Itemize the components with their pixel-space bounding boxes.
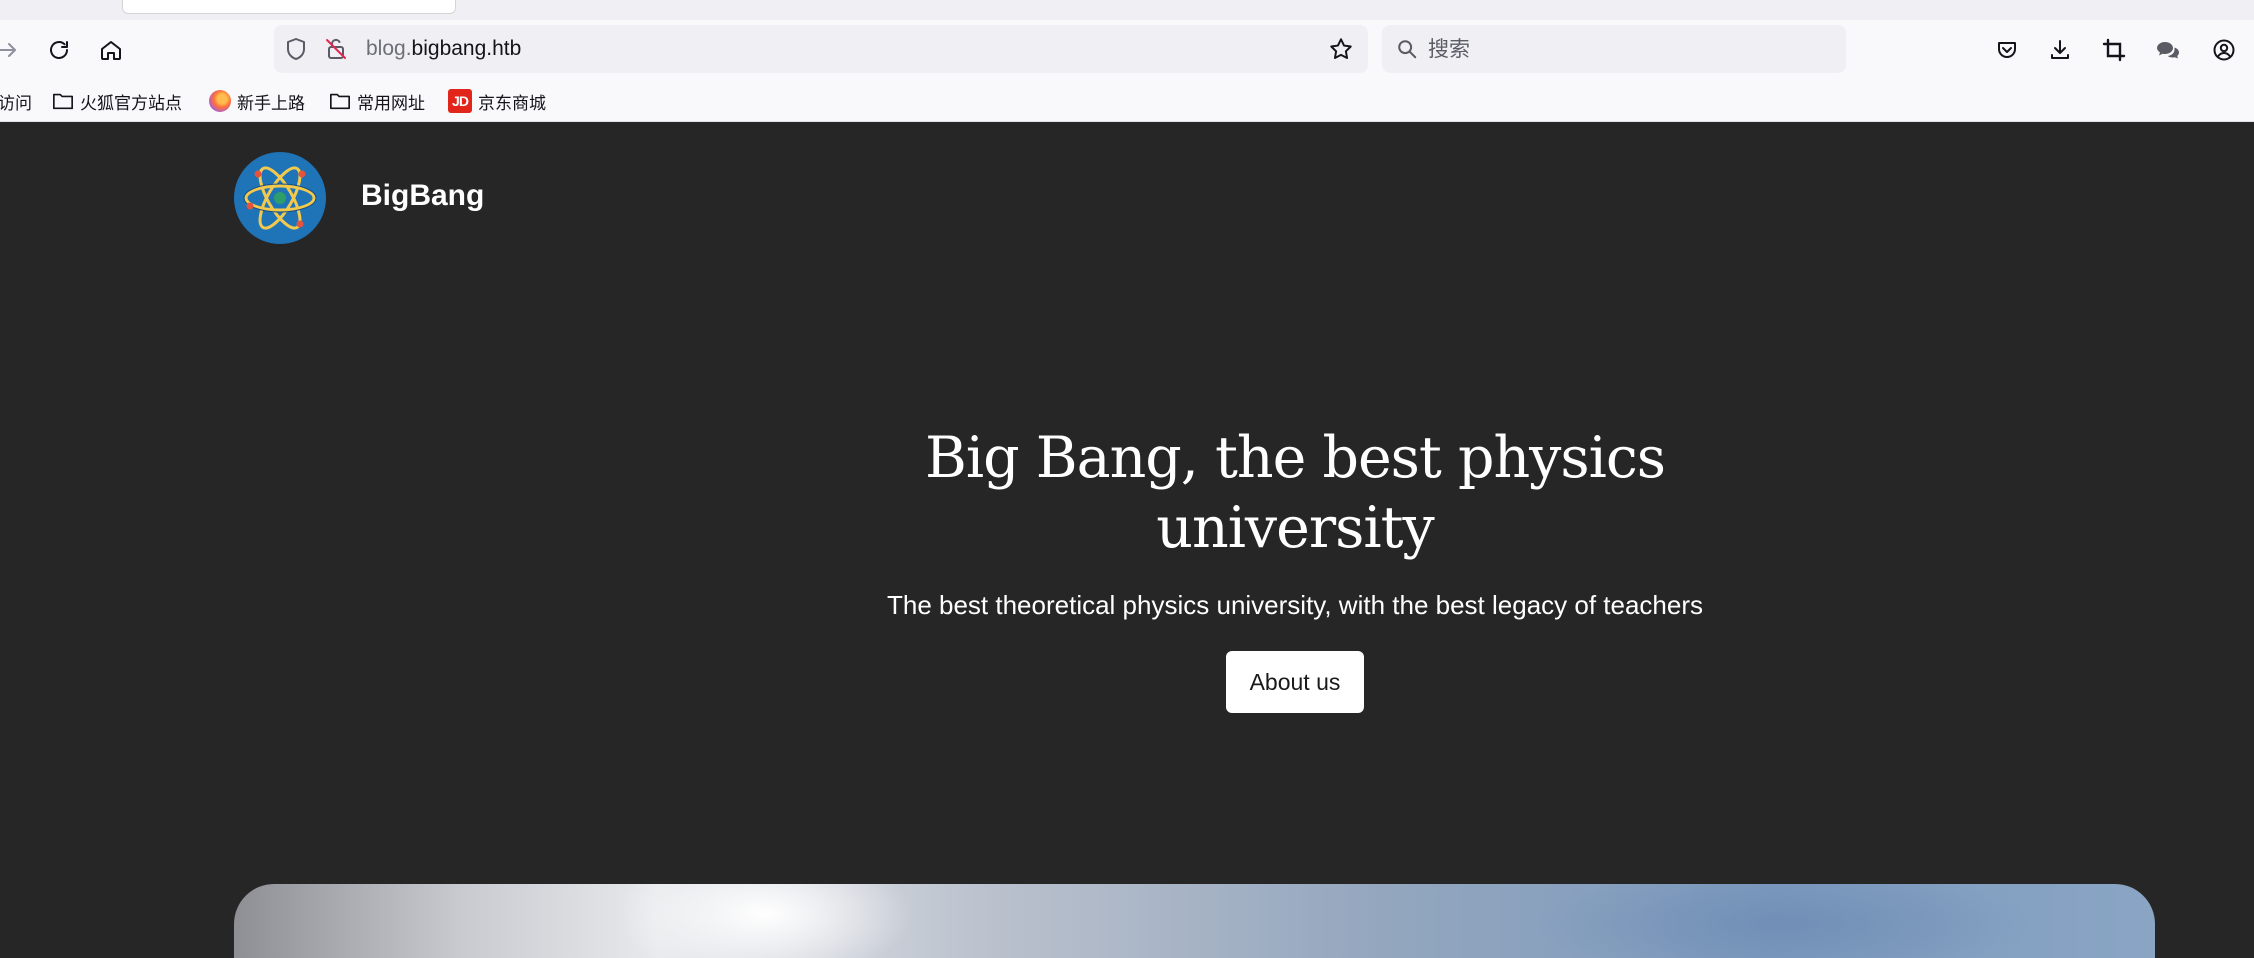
pocket-button[interactable] xyxy=(1987,30,2027,70)
search-bar[interactable] xyxy=(1382,25,1846,73)
bookmark-star-icon[interactable] xyxy=(1328,36,1354,62)
tab-strip xyxy=(0,0,2254,20)
about-us-button[interactable]: About us xyxy=(1225,651,1365,713)
bookmark-label: 新手上路 xyxy=(237,93,305,114)
forward-arrow-icon xyxy=(0,43,16,57)
site-brand-name[interactable]: BigBang xyxy=(361,179,484,213)
url-subdomain: blog. xyxy=(366,37,412,60)
url-domain: bigbang.htb xyxy=(411,37,522,60)
atom-icon xyxy=(243,166,317,230)
forward-button[interactable] xyxy=(0,30,28,70)
insecure-lock-icon[interactable] xyxy=(324,37,348,61)
downloads-button[interactable] xyxy=(2040,30,2080,70)
bookmark-folder-firefox-official[interactable]: 火狐官方站点 xyxy=(52,86,182,116)
account-button[interactable] xyxy=(2204,30,2244,70)
bookmark-jd-mall[interactable]: JD 京东商城 xyxy=(448,86,546,116)
navigation-toolbar: blog.bigbang.htb xyxy=(0,20,2254,80)
bookmark-item[interactable]: 访问 xyxy=(0,86,32,116)
firefox-icon xyxy=(209,90,231,112)
folder-icon xyxy=(53,93,73,110)
screenshot-button[interactable] xyxy=(2094,30,2134,70)
hero-section: Big Bang, the best physics university Th… xyxy=(795,423,1795,713)
home-button[interactable] xyxy=(91,30,131,70)
bookmarks-toolbar: 访问 火狐官方站点 新手上路 常用网址 JD 京东商城 xyxy=(0,80,2254,122)
webpage: BigBang Big Bang, the best physics unive… xyxy=(0,123,2254,958)
reload-icon xyxy=(50,41,68,59)
search-icon xyxy=(1398,40,1417,59)
active-tab[interactable] xyxy=(122,0,456,14)
bookmark-label: 京东商城 xyxy=(478,93,546,114)
folder-icon xyxy=(330,93,350,110)
bookmark-label: 访问 xyxy=(0,93,32,114)
reload-button[interactable] xyxy=(39,30,79,70)
bookmark-getting-started[interactable]: 新手上路 xyxy=(209,86,305,116)
bookmark-label: 火狐官方站点 xyxy=(80,93,182,114)
atom-logo-icon[interactable] xyxy=(234,152,326,244)
jd-icon: JD xyxy=(448,89,472,113)
hero-title: Big Bang, the best physics university xyxy=(924,425,1666,561)
home-icon xyxy=(101,41,121,60)
hero-subtitle: The best theoretical physics university,… xyxy=(886,590,1704,620)
chat-bubbles-icon xyxy=(2157,42,2179,59)
chat-extension-button[interactable] xyxy=(2148,30,2188,70)
tracking-protection-shield-icon[interactable] xyxy=(284,37,308,61)
download-icon xyxy=(2051,40,2069,59)
url-text[interactable]: blog.bigbang.htb xyxy=(366,37,521,61)
crop-icon xyxy=(2102,38,2126,62)
search-input[interactable] xyxy=(1428,33,1828,65)
bookmark-folder-common-sites[interactable]: 常用网址 xyxy=(329,86,425,116)
url-bar[interactable]: blog.bigbang.htb xyxy=(274,25,1368,73)
account-icon xyxy=(2213,39,2235,61)
bookmark-label: 常用网址 xyxy=(357,93,425,114)
hero-banner-image xyxy=(234,884,2155,958)
pocket-icon xyxy=(1998,42,2016,58)
